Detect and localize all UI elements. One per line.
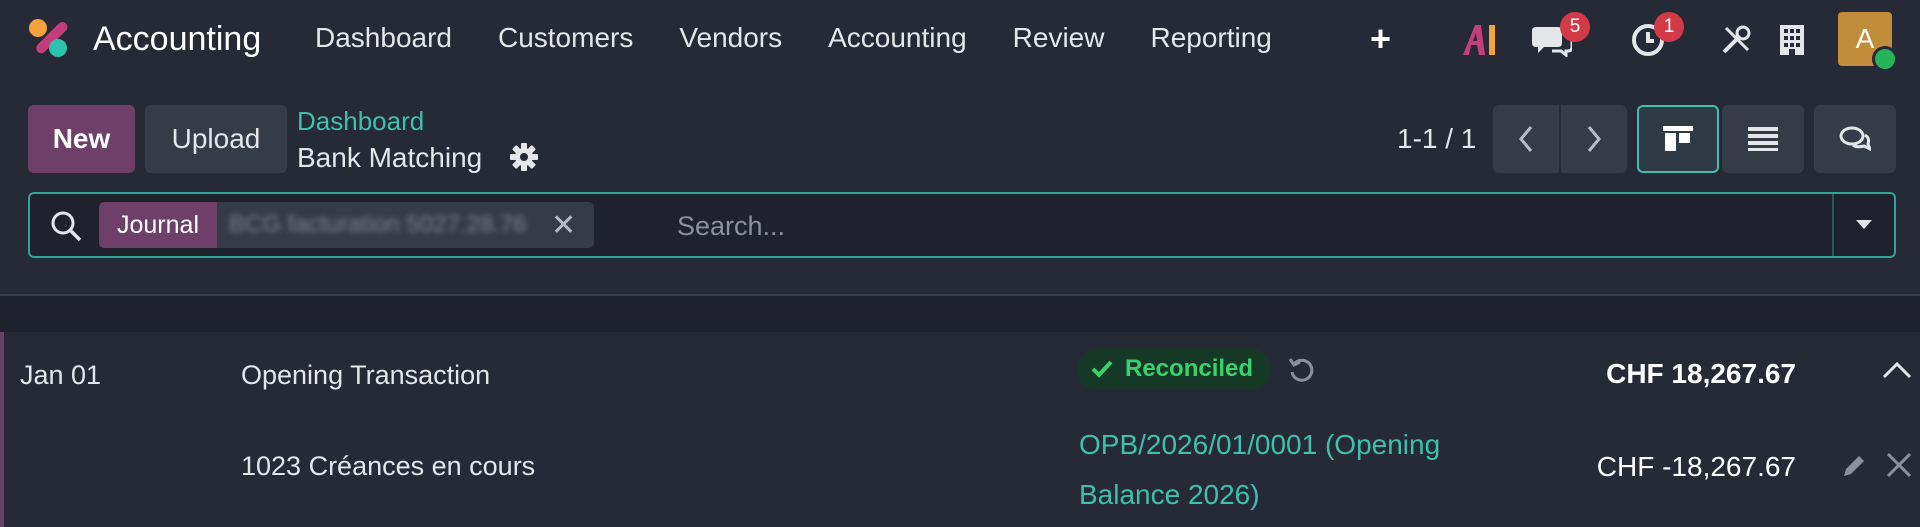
- upload-button[interactable]: Upload: [145, 105, 287, 173]
- user-avatar[interactable]: A: [1838, 12, 1898, 72]
- pencil-icon[interactable]: [1840, 452, 1868, 485]
- messages-badge: 5: [1560, 12, 1590, 42]
- breadcrumb-dashboard[interactable]: Dashboard: [297, 106, 424, 137]
- close-icon[interactable]: ✕: [547, 202, 595, 248]
- list-view-button[interactable]: [1722, 105, 1804, 173]
- chevron-up-icon[interactable]: [1882, 360, 1912, 385]
- menu-review[interactable]: Review: [1013, 22, 1105, 54]
- menu-reporting[interactable]: Reporting: [1150, 22, 1271, 54]
- transaction-label: Opening Transaction: [241, 360, 491, 390]
- ai-icon[interactable]: [1460, 20, 1502, 60]
- pager-previous-button[interactable]: [1493, 105, 1559, 173]
- pager-next-button[interactable]: [1561, 105, 1627, 173]
- search-facet-journal: Journal BCG facturation 5027.28.76 ✕: [99, 202, 595, 248]
- menu-dashboard[interactable]: Dashboard: [315, 22, 452, 54]
- transaction-amount: CHF 18,267.67: [1606, 358, 1796, 389]
- search-input[interactable]: [675, 206, 1779, 246]
- top-navbar: Accounting Dashboard Customers Vendors A…: [0, 0, 1920, 80]
- menu-vendors[interactable]: Vendors: [679, 22, 782, 54]
- chat-bubbles-icon: [1839, 126, 1871, 152]
- line-reference-link[interactable]: OPB/2026/01/0001 (Opening Balance 2026): [1079, 420, 1479, 520]
- app-logo-icon[interactable]: [28, 18, 70, 60]
- transaction-date: Jan 01: [20, 360, 102, 390]
- line-amount: CHF -18,267.67: [1596, 451, 1796, 482]
- activities-badge: 1: [1654, 12, 1684, 42]
- search-options-toggle[interactable]: [1832, 194, 1894, 256]
- gear-icon[interactable]: [510, 143, 538, 176]
- kanban-icon: [1663, 126, 1693, 151]
- facet-label: Journal: [99, 202, 217, 248]
- chevron-left-icon: [1519, 126, 1533, 152]
- line-account: 1023 Créances en cours: [241, 451, 536, 481]
- menu-customers[interactable]: Customers: [498, 22, 633, 54]
- close-icon[interactable]: [1884, 450, 1914, 485]
- checkmark-icon: [1091, 360, 1113, 378]
- menu-accounting[interactable]: Accounting: [828, 22, 967, 54]
- list-header-strip: [0, 296, 1920, 332]
- messages-icon[interactable]: 5: [1530, 12, 1590, 60]
- facet-value: BCG facturation 5027.28.76: [217, 202, 547, 248]
- new-button[interactable]: New: [28, 105, 135, 173]
- chevron-right-icon: [1587, 126, 1601, 152]
- online-status-dot: [1872, 46, 1898, 72]
- app-title[interactable]: Accounting: [93, 20, 261, 59]
- undo-reconcile-icon[interactable]: [1288, 356, 1316, 389]
- pager-value[interactable]: 1-1 / 1: [1397, 123, 1476, 155]
- caret-down-icon: [1856, 220, 1872, 229]
- kanban-view-button[interactable]: [1637, 105, 1719, 173]
- main-menu: Dashboard Customers Vendors Accounting R…: [315, 22, 1318, 54]
- tools-icon[interactable]: [1716, 20, 1756, 60]
- search-bar: Journal BCG facturation 5027.28.76 ✕: [28, 192, 1896, 258]
- chatter-toggle-button[interactable]: [1814, 105, 1896, 173]
- avatar-initial: A: [1855, 23, 1875, 54]
- company-building-icon[interactable]: [1774, 20, 1810, 60]
- search-icon[interactable]: [50, 210, 82, 247]
- page-title: Bank Matching: [297, 142, 483, 173]
- activities-icon[interactable]: 1: [1628, 12, 1684, 60]
- list-icon: [1748, 127, 1778, 151]
- add-menu-plus-icon[interactable]: +: [1370, 18, 1391, 60]
- status-text: Reconciled: [1125, 355, 1254, 382]
- reconciled-status-badge: Reconciled: [1077, 348, 1272, 390]
